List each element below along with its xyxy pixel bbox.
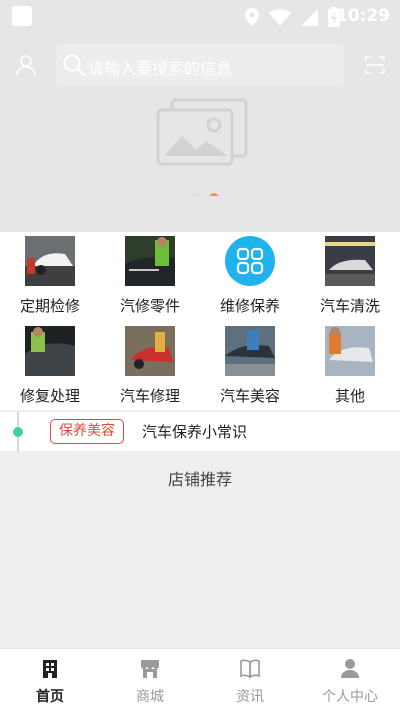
car-repair-icon xyxy=(25,326,75,376)
search-icon xyxy=(63,54,86,77)
car-wash-icon xyxy=(325,236,375,286)
grid-app-icon xyxy=(225,236,275,286)
status-bar: 10:29 xyxy=(0,0,400,32)
book-icon xyxy=(240,659,260,679)
news-headline[interactable]: 汽车保养小常识 xyxy=(142,421,247,442)
timeline-dot xyxy=(13,427,23,437)
category-label: 维修保养 xyxy=(219,297,280,315)
category-item[interactable]: 汽车修理 xyxy=(100,322,200,410)
category-grid: 定期检修 汽修零件 维修保养 汽车清洗 修复处理 汽车修理 汽车美容 其他 xyxy=(0,232,400,410)
car-parts-icon xyxy=(125,236,175,286)
person-icon xyxy=(341,659,359,678)
nav-label: 个人中心 xyxy=(322,689,378,705)
category-item[interactable]: 其他 xyxy=(300,322,400,410)
category-label: 其他 xyxy=(334,387,365,405)
car-inspection-icon xyxy=(25,236,75,286)
search-placeholder: 请输入要搜索的信息 xyxy=(88,59,233,78)
category-item[interactable]: 汽车美容 xyxy=(200,322,300,410)
category-item[interactable]: 汽车清洗 xyxy=(300,232,400,320)
news-tag[interactable]: 保养美容 xyxy=(50,419,124,444)
signal-icon xyxy=(301,8,318,26)
hero-curve xyxy=(0,196,400,222)
category-label: 汽车修理 xyxy=(119,387,180,405)
building-icon xyxy=(43,660,57,678)
nav-label: 首页 xyxy=(36,689,64,705)
category-item[interactable]: 修复处理 xyxy=(0,322,100,410)
category-label: 汽修零件 xyxy=(119,297,180,315)
car-fix-icon xyxy=(125,326,175,376)
category-label: 定期检修 xyxy=(19,297,80,315)
scan-icon[interactable] xyxy=(364,54,386,76)
news-ticker[interactable]: 保养美容 汽车保养小常识 xyxy=(0,411,400,452)
category-item[interactable]: 定期检修 xyxy=(0,232,100,320)
store-icon xyxy=(141,660,159,678)
category-label: 汽车清洗 xyxy=(319,297,380,315)
nav-item-news[interactable]: 资讯 xyxy=(200,649,300,711)
status-icons xyxy=(245,7,340,27)
car-beauty-icon xyxy=(225,326,275,376)
nav-item-home[interactable]: 首页 xyxy=(0,649,100,711)
app-notification-icon xyxy=(12,6,32,26)
bottom-nav: 首页 商城 资讯 个人中心 xyxy=(0,648,400,711)
nav-label: 商城 xyxy=(136,689,164,705)
status-time: 10:29 xyxy=(335,6,390,26)
section-title: 店铺推荐 xyxy=(167,470,232,489)
car-other-icon xyxy=(325,326,375,376)
user-icon[interactable] xyxy=(15,54,37,76)
location-icon xyxy=(245,8,259,26)
category-item[interactable]: 维修保养 xyxy=(200,232,300,320)
category-label: 汽车美容 xyxy=(219,387,280,405)
nav-item-mall[interactable]: 商城 xyxy=(100,649,200,711)
category-item[interactable]: 汽修零件 xyxy=(100,232,200,320)
image-placeholder-icon xyxy=(156,98,248,166)
category-label: 修复处理 xyxy=(19,387,80,405)
search-bar[interactable]: 请输入要搜索的信息 xyxy=(56,44,344,86)
nav-item-profile[interactable]: 个人中心 xyxy=(300,649,400,711)
wifi-icon xyxy=(269,8,291,26)
nav-label: 资讯 xyxy=(236,689,264,705)
